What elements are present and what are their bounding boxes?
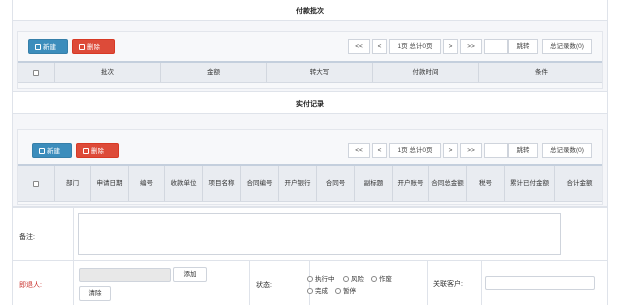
radio-icon[interactable] (343, 276, 349, 282)
page-frame: 付款批次 新建 删除 << < 1页 总计0页 > >> 跳转 总记录数(0) … (12, 0, 608, 305)
row-divider (309, 261, 310, 305)
handler-status-row: 即退人: 添加 清除 状态: 执行中 风险 作废 完成 暂停 关联客户: (13, 260, 607, 305)
radio-icon[interactable] (307, 288, 313, 294)
payment-batch-pager: << < 1页 总计0页 > >> 跳转 总记录数(0) (348, 39, 602, 54)
handler-label: 即退人: (19, 282, 42, 289)
status-option-complete[interactable]: 完成 (307, 285, 328, 295)
handler-input[interactable] (79, 268, 171, 282)
status-label: 状态: (256, 282, 272, 289)
payment-batch-new-button[interactable]: 新建 (28, 39, 68, 54)
pager-page-info: 1页 总计0页 (389, 143, 441, 158)
status-option-executing[interactable]: 执行中 (307, 273, 335, 283)
payment-batch-section: 新建 删除 << < 1页 总计0页 > >> 跳转 总记录数(0) 批次 金额… (13, 20, 607, 92)
actual-payments-title: 实付记录 (296, 101, 324, 108)
pager-page-info: 1页 总计0页 (389, 39, 441, 54)
column-header: 条件 (535, 69, 548, 76)
remark-label: 备注: (19, 234, 35, 241)
pager-next-button[interactable]: > (443, 143, 458, 158)
column-header: 开户账号 (393, 166, 429, 201)
column-header: 副标题 (355, 166, 393, 201)
related-client-label: 关联客户: (433, 281, 463, 288)
actual-payments-new-button[interactable]: 新建 (32, 143, 72, 158)
pager-prev-button[interactable]: < (372, 143, 387, 158)
column-header: 累计已付金额 (505, 166, 555, 201)
remark-row: 备注: (13, 207, 607, 260)
column-header: 收款单位 (165, 166, 203, 201)
payment-batch-title: 付款批次 (296, 8, 324, 15)
select-all-checkbox-cell[interactable] (18, 166, 55, 201)
column-header: 编号 (129, 166, 165, 201)
actual-payments-table-header: 部门 申请日期 编号 收款单位 项目名称 合同编号 开户银行 合同号 副标题 开… (18, 164, 602, 202)
payment-batch-delete-button[interactable]: 删除 (72, 39, 115, 54)
trash-icon (83, 148, 89, 154)
row-divider (73, 208, 74, 260)
column-header: 合计金额 (566, 180, 593, 187)
actual-payments-section: 新建 删除 << < 1页 总计0页 > >> 跳转 总记录数(0) 部门 申请… (13, 113, 607, 207)
pager-first-button[interactable]: << (348, 143, 370, 158)
status-option-risk[interactable]: 风险 (343, 273, 364, 283)
column-header: 金额 (161, 63, 267, 82)
related-client-input[interactable] (485, 276, 595, 290)
radio-icon[interactable] (307, 276, 313, 282)
pager-last-button[interactable]: >> (460, 143, 482, 158)
pager-total-count: 总记录数(0) (542, 39, 592, 54)
add-handler-button[interactable]: 添加 (173, 267, 207, 282)
radio-icon[interactable] (335, 288, 341, 294)
pager-total-count: 总记录数(0) (542, 143, 592, 158)
payment-batch-panel: 新建 删除 << < 1页 总计0页 > >> 跳转 总记录数(0) 批次 金额… (17, 31, 603, 89)
column-header: 项目名称 (203, 166, 241, 201)
column-header: 合同号 (317, 166, 355, 201)
column-header: 申请日期 (91, 166, 129, 201)
payment-batch-table-header: 批次 金额 转大写 付款时间 条件 (18, 61, 602, 83)
column-header: 付款时间 (373, 63, 479, 82)
row-divider (73, 261, 74, 305)
radio-icon[interactable] (371, 276, 377, 282)
pager-jump-button[interactable]: 跳转 (508, 143, 538, 158)
column-header: 开户银行 (279, 166, 317, 201)
remark-textarea[interactable] (78, 213, 561, 255)
trash-icon (79, 44, 85, 50)
clear-handler-button[interactable]: 清除 (79, 286, 111, 301)
row-divider (481, 261, 482, 305)
pager-jump-button[interactable]: 跳转 (508, 39, 538, 54)
actual-payments-panel: 新建 删除 << < 1页 总计0页 > >> 跳转 总记录数(0) 部门 申请… (17, 129, 603, 205)
new-icon (35, 44, 41, 50)
column-header: 转大写 (267, 63, 373, 82)
pager-last-button[interactable]: >> (460, 39, 482, 54)
pager-page-input[interactable] (484, 39, 508, 54)
column-header: 批次 (55, 63, 161, 82)
pager-page-input[interactable] (484, 143, 508, 158)
row-divider (249, 261, 250, 305)
pager-prev-button[interactable]: < (372, 39, 387, 54)
select-all-checkbox-cell[interactable] (18, 63, 55, 82)
actual-payments-delete-button[interactable]: 删除 (76, 143, 119, 158)
pager-next-button[interactable]: > (443, 39, 458, 54)
column-header: 税号 (467, 166, 505, 201)
column-header: 合同编号 (241, 166, 279, 201)
column-header: 合同总金额 (429, 166, 467, 201)
status-option-void[interactable]: 作废 (371, 273, 392, 283)
pager-first-button[interactable]: << (348, 39, 370, 54)
select-all-checkbox[interactable] (33, 180, 39, 187)
status-option-paused[interactable]: 暂停 (335, 285, 356, 295)
actual-payments-pager: << < 1页 总计0页 > >> 跳转 总记录数(0) (348, 143, 602, 158)
new-icon (39, 148, 45, 154)
row-divider (427, 261, 428, 305)
column-header: 部门 (55, 166, 91, 201)
select-all-checkbox[interactable] (33, 69, 39, 76)
